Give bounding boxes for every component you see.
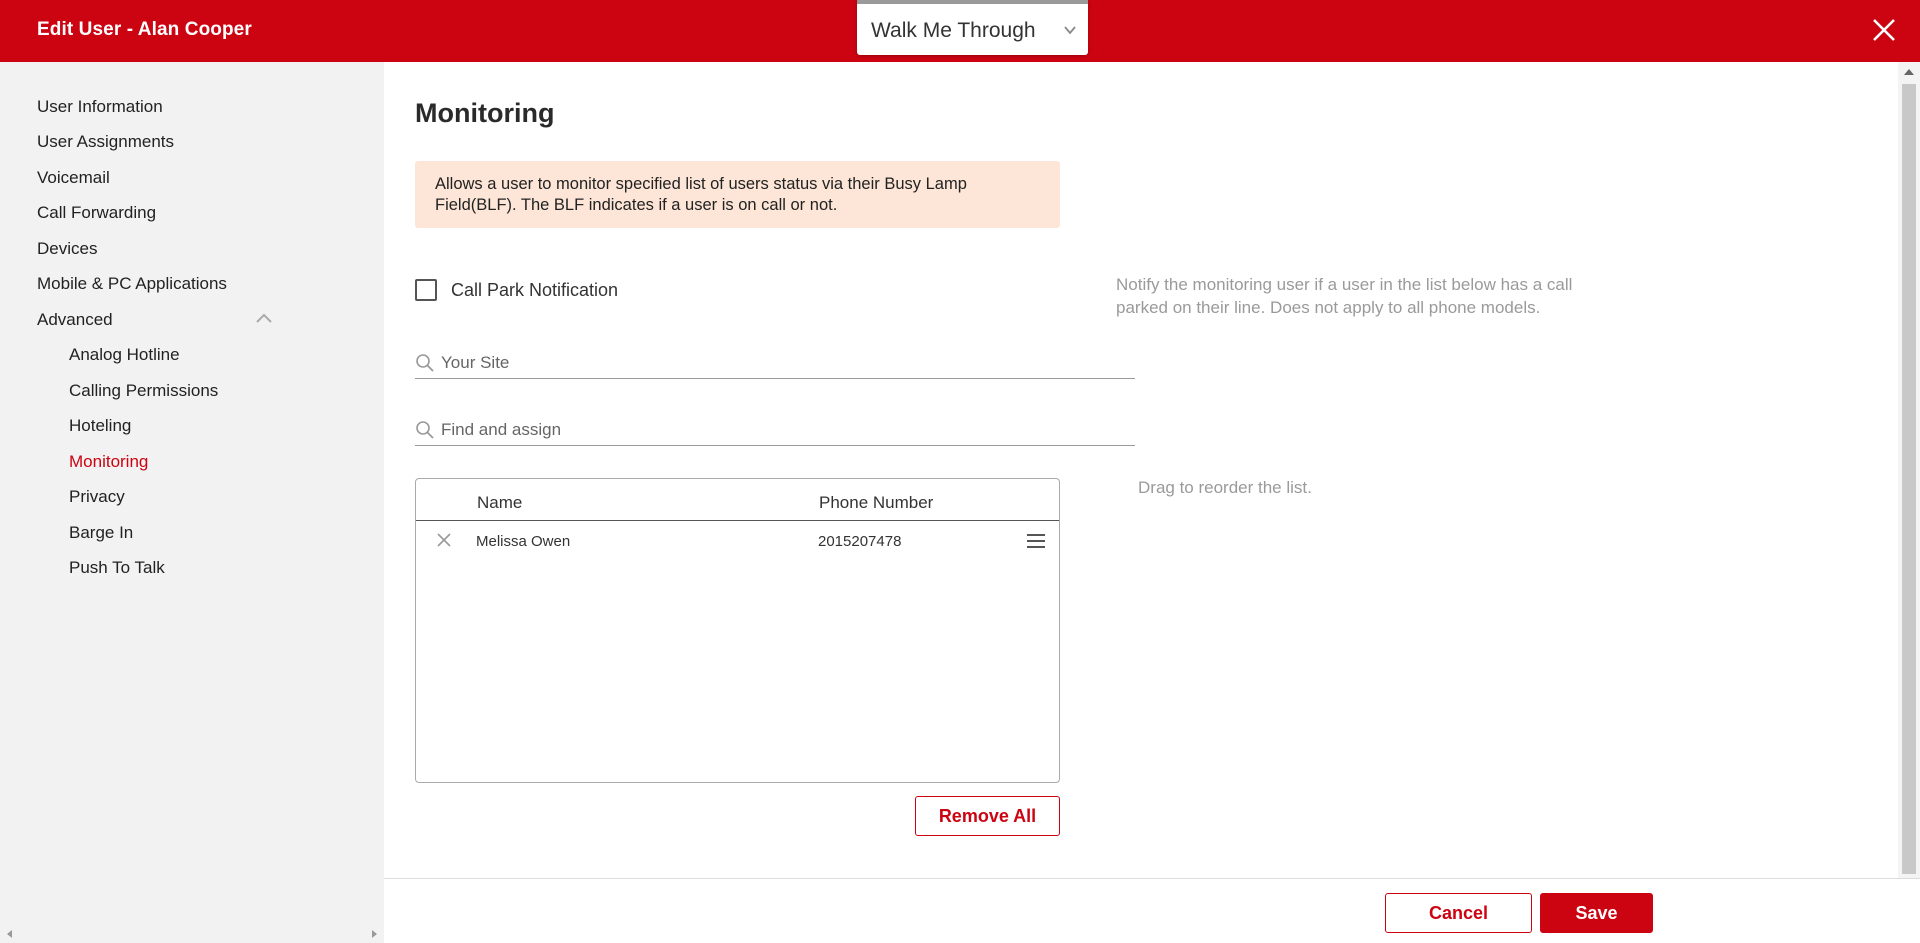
drag-reorder-help: Drag to reorder the list. (1138, 478, 1312, 497)
call-park-notification-label: Call Park Notification (451, 279, 619, 300)
sidebar-item-analog-hotline[interactable]: Analog Hotline (69, 345, 180, 365)
page-title: Monitoring (415, 98, 555, 128)
sidebar-item-hoteling[interactable]: Hoteling (69, 416, 131, 436)
save-button[interactable]: Save (1540, 893, 1653, 933)
find-and-assign-input[interactable] (441, 418, 1121, 442)
column-header-phone-number: Phone Number (819, 493, 934, 512)
info-banner: Allows a user to monitor specified list … (415, 161, 1060, 228)
close-icon[interactable] (1870, 16, 1898, 44)
horizontal-scrollbar[interactable] (0, 925, 384, 943)
search-icon (416, 421, 434, 439)
main-content: Monitoring Allows a user to monitor spec… (384, 62, 1920, 878)
cancel-button[interactable]: Cancel (1385, 893, 1532, 933)
scroll-up-icon[interactable] (1904, 68, 1914, 75)
sidebar-item-calling-permissions[interactable]: Calling Permissions (69, 381, 218, 401)
column-header-name: Name (477, 493, 523, 512)
find-and-assign-search[interactable] (415, 412, 1135, 446)
sidebar-item-privacy[interactable]: Privacy (69, 487, 125, 507)
table-row[interactable]: Melissa Owen 2015207478 (416, 521, 1059, 561)
scroll-left-icon (7, 930, 12, 938)
sidebar-item-mobile-pc-applications[interactable]: Mobile & PC Applications (37, 274, 227, 294)
sidebar-item-user-assignments[interactable]: User Assignments (37, 132, 174, 152)
monitored-users-table: Name Phone Number Melissa Owen 201520747… (415, 478, 1060, 783)
footer-bar: Cancel Save (384, 878, 1920, 943)
remove-all-button[interactable]: Remove All (915, 796, 1060, 836)
sidebar-item-voicemail[interactable]: Voicemail (37, 168, 110, 188)
sidebar-item-push-to-talk[interactable]: Push To Talk (69, 558, 165, 578)
dialog-title: Edit User - Alan Cooper (37, 19, 252, 40)
call-park-notification-row[interactable]: Call Park Notification (415, 279, 618, 301)
vertical-scrollbar[interactable] (1898, 62, 1920, 878)
scroll-right-icon (372, 930, 377, 938)
sidebar-item-monitoring[interactable]: Monitoring (69, 452, 148, 472)
sidebar-item-advanced[interactable]: Advanced (37, 310, 113, 330)
scrollbar-thumb[interactable] (1902, 84, 1916, 874)
drag-handle-icon[interactable] (1026, 532, 1046, 550)
your-site-search[interactable] (415, 345, 1135, 379)
call-park-notification-help: Notify the monitoring user if a user in … (1116, 275, 1573, 317)
call-park-notification-checkbox[interactable] (415, 279, 437, 301)
remove-row-icon[interactable] (436, 532, 452, 548)
walk-me-through-label: Walk Me Through (871, 19, 1036, 42)
chevron-up-icon[interactable] (255, 312, 273, 324)
sidebar-item-devices[interactable]: Devices (37, 239, 97, 259)
your-site-input[interactable] (441, 351, 1121, 375)
chevron-down-icon (1064, 26, 1076, 35)
sidebar: User Information User Assignments Voicem… (0, 62, 384, 943)
row-name: Melissa Owen (476, 533, 571, 550)
header-bar: Edit User - Alan Cooper Walk Me Through (0, 0, 1920, 62)
sidebar-item-barge-in[interactable]: Barge In (69, 523, 133, 543)
row-phone-number: 2015207478 (818, 533, 902, 550)
sidebar-item-user-information[interactable]: User Information (37, 97, 163, 117)
search-icon (416, 354, 434, 372)
sidebar-item-call-forwarding[interactable]: Call Forwarding (37, 203, 156, 223)
walk-me-through-dropdown[interactable]: Walk Me Through (857, 0, 1088, 55)
